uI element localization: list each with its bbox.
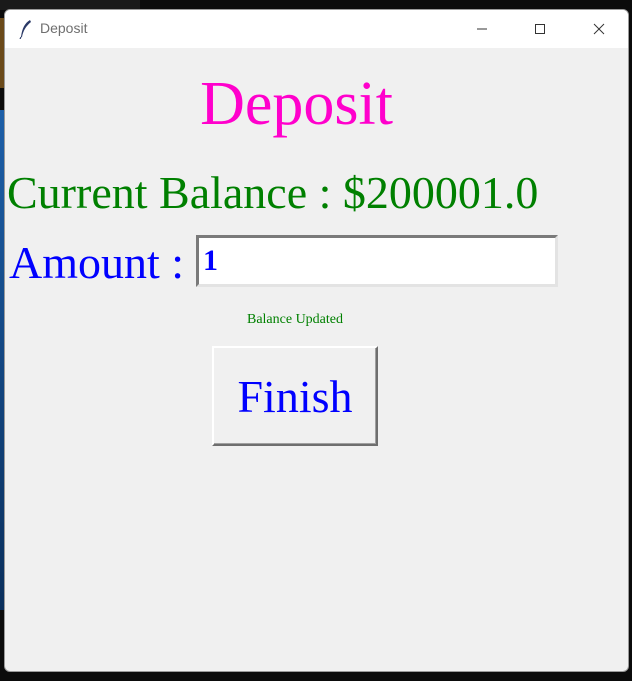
amount-label: Amount : xyxy=(9,237,185,288)
minimize-button[interactable] xyxy=(453,10,511,48)
window-title: Deposit xyxy=(40,20,88,36)
close-button[interactable] xyxy=(570,10,628,48)
maximize-icon xyxy=(535,24,545,34)
status-message: Balance Updated xyxy=(246,312,343,327)
maximize-button[interactable] xyxy=(511,10,569,48)
current-balance-label: Current Balance : $200001.0 xyxy=(7,167,539,218)
finish-button[interactable]: Finish xyxy=(212,346,378,446)
title-bar[interactable]: Deposit xyxy=(5,10,628,48)
close-icon xyxy=(593,23,605,35)
amount-input[interactable] xyxy=(196,235,558,287)
deposit-window: Deposit Deposit Current Balance : $20000… xyxy=(4,9,629,672)
minimize-icon xyxy=(477,28,487,30)
page-title: Deposit xyxy=(200,70,393,138)
feather-icon xyxy=(19,19,33,40)
